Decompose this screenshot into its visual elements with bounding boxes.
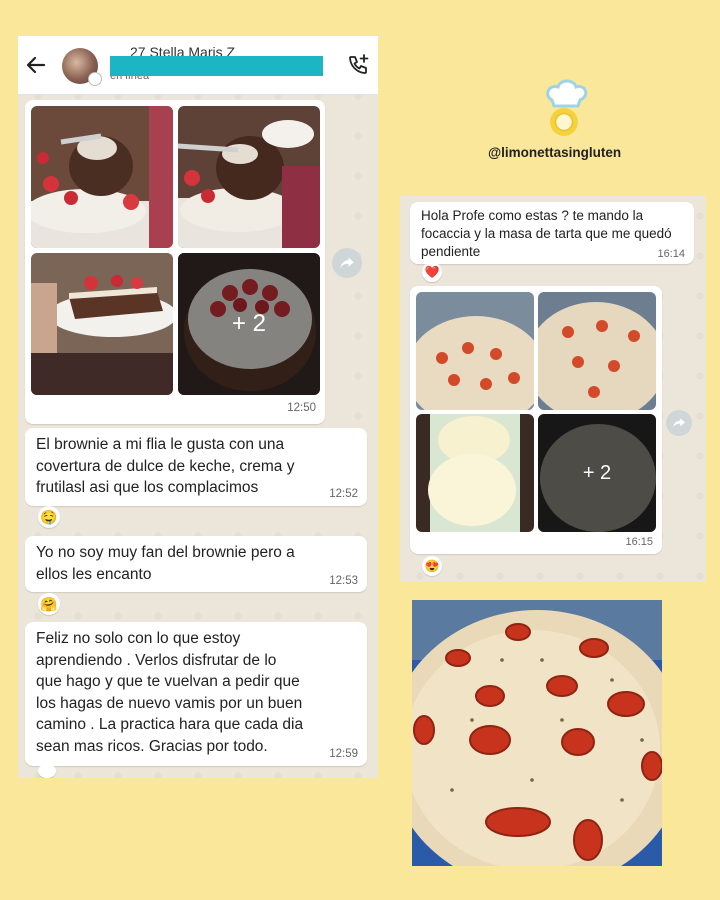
lemon-chef-hat-logo <box>546 79 588 136</box>
chat-screenshot-left: 27 Stella Maris Z en línea + 2 12:50 El … <box>18 36 378 778</box>
photo-thumbnail[interactable] <box>416 292 534 410</box>
message-time: 12:50 <box>287 402 316 414</box>
message-line: frutilasl asi que los complacimos <box>36 479 259 496</box>
message-line: sean mas ricos. Gracias por todo. <box>36 737 268 755</box>
message-line: focaccia y la masa de tarta que me quedó <box>421 226 672 241</box>
message-time: 16:15 <box>625 536 653 548</box>
forward-icon <box>340 257 354 269</box>
reaction-emoji[interactable]: 😍 <box>422 556 442 576</box>
tart-dough-photo <box>416 414 534 532</box>
text-message[interactable]: Feliz no solo con lo que estoy aprendien… <box>25 622 367 766</box>
more-photos-count: + 2 <box>538 414 656 532</box>
message-line: Feliz no solo con lo que estoy <box>36 630 241 647</box>
message-line: ellos les encanto <box>36 565 152 583</box>
message-text: Feliz no solo con lo que estoy aprendien… <box>36 628 303 757</box>
brand-handle: @limonettasingluten <box>488 145 622 160</box>
message-text: Hola Profe como estas ? te mando la foca… <box>421 207 672 261</box>
chat-header: 27 Stella Maris Z en línea <box>18 36 378 95</box>
message-text: Yo no soy muy fan del brownie pero a ell… <box>36 542 295 585</box>
chat-screenshot-right: Hola Profe como estas ? te mando la foca… <box>400 196 706 582</box>
reaction-emoji[interactable]: 🤗 <box>38 593 60 615</box>
message-line: El brownie a mi flia le gusta con una <box>36 436 285 453</box>
reaction-emoji[interactable]: ❤️ <box>422 262 442 282</box>
message-line: camino . La practica hara que cada dia <box>36 716 304 733</box>
photo-thumbnail[interactable] <box>31 253 173 395</box>
forward-button[interactable] <box>666 410 692 436</box>
focaccia-photo <box>538 292 656 410</box>
photo-thumbnail[interactable] <box>538 292 656 410</box>
forward-icon <box>673 418 685 428</box>
photo-thumbnail[interactable] <box>31 106 173 248</box>
photo-thumbnail[interactable] <box>178 106 320 248</box>
media-album-message[interactable]: + 2 16:15 <box>410 286 662 554</box>
focaccia-closeup-image <box>412 600 662 866</box>
message-time: 12:52 <box>329 488 358 500</box>
reaction-partial <box>38 764 56 778</box>
photo-thumbnail-more[interactable]: + 2 <box>538 414 656 532</box>
status-clock-icon <box>88 72 102 86</box>
more-photos-count: + 2 <box>178 253 320 395</box>
reaction-emoji[interactable]: 🤤 <box>38 506 60 528</box>
message-line: aprendiendo . Verlos disfrutar de lo <box>36 651 277 669</box>
photo-thumbnail-more[interactable]: + 2 <box>178 253 320 395</box>
message-line: que hago y que te vuelvan a pedir que <box>36 673 300 690</box>
text-message[interactable]: Yo no soy muy fan del brownie pero a ell… <box>25 536 367 592</box>
photo-thumbnail[interactable] <box>416 414 534 532</box>
add-call-icon[interactable] <box>346 53 370 77</box>
text-message[interactable]: El brownie a mi flia le gusta con una co… <box>25 428 367 506</box>
message-line: pendiente <box>421 244 481 259</box>
message-line: los hagas de nuevo vamis por un buen <box>36 694 303 712</box>
media-album-message[interactable]: + 2 12:50 <box>25 100 325 424</box>
arrow-left-icon[interactable] <box>24 53 48 77</box>
message-time: 12:53 <box>329 575 358 587</box>
message-line: Yo no soy muy fan del brownie pero a <box>36 544 295 561</box>
focaccia-photo <box>416 292 534 410</box>
focaccia-closeup-photo <box>412 600 662 866</box>
text-message[interactable]: Hola Profe como estas ? te mando la foca… <box>410 202 694 264</box>
message-time: 12:59 <box>329 748 358 760</box>
message-time: 16:14 <box>657 248 685 260</box>
redaction-bar <box>110 56 323 76</box>
brownie-cake-photo <box>31 106 173 248</box>
brownie-slice-photo <box>31 253 173 395</box>
message-text: El brownie a mi flia le gusta con una co… <box>36 434 294 499</box>
brownie-cake-photo <box>178 106 320 248</box>
message-line: covertura de dulce de keche, crema y <box>36 457 295 475</box>
message-line: Hola Profe como estas ? te mando la <box>421 208 644 223</box>
forward-button[interactable] <box>332 248 362 278</box>
